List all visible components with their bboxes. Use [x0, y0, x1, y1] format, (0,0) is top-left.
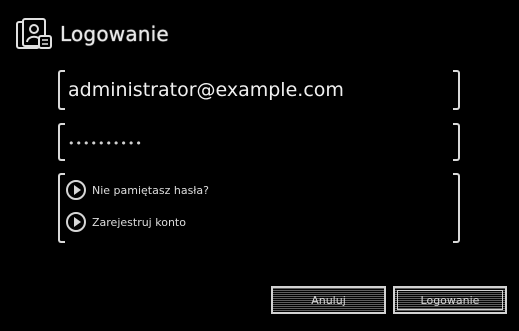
cancel-button[interactable]: Anuluj [271, 286, 386, 314]
password-field[interactable]: •••••••••• [58, 123, 460, 161]
contact-card-icon [16, 18, 52, 49]
play-circle-icon [66, 180, 86, 200]
field-bracket-right [453, 70, 460, 110]
password-masked-value: •••••••••• [68, 136, 143, 150]
dialog-header: Logowanie [14, 16, 169, 52]
cancel-button-label: Anuluj [311, 293, 346, 307]
email-field[interactable]: administrator@example.com [58, 70, 460, 110]
box-bracket-right [453, 173, 460, 243]
register-account-label: Zarejestruj konto [92, 215, 186, 229]
forgot-password-label: Nie pamiętasz hasła? [92, 183, 210, 197]
login-button[interactable]: Logowanie [393, 286, 507, 314]
play-circle-icon [66, 212, 86, 232]
field-bracket-right [453, 123, 460, 161]
login-options-box: Nie pamiętasz hasła? Zarejestruj konto [58, 173, 460, 243]
box-bracket-left [58, 173, 65, 243]
field-bracket-left [58, 70, 65, 110]
email-value: administrator@example.com [68, 79, 344, 101]
dialog-title: Logowanie [60, 22, 169, 46]
forgot-password-link[interactable]: Nie pamiętasz hasła? [66, 178, 209, 202]
field-bracket-left [58, 123, 65, 161]
login-dialog: Logowanie administrator@example.com ••••… [0, 0, 519, 331]
login-button-label: Logowanie [420, 293, 480, 307]
register-account-link[interactable]: Zarejestruj konto [66, 210, 186, 234]
